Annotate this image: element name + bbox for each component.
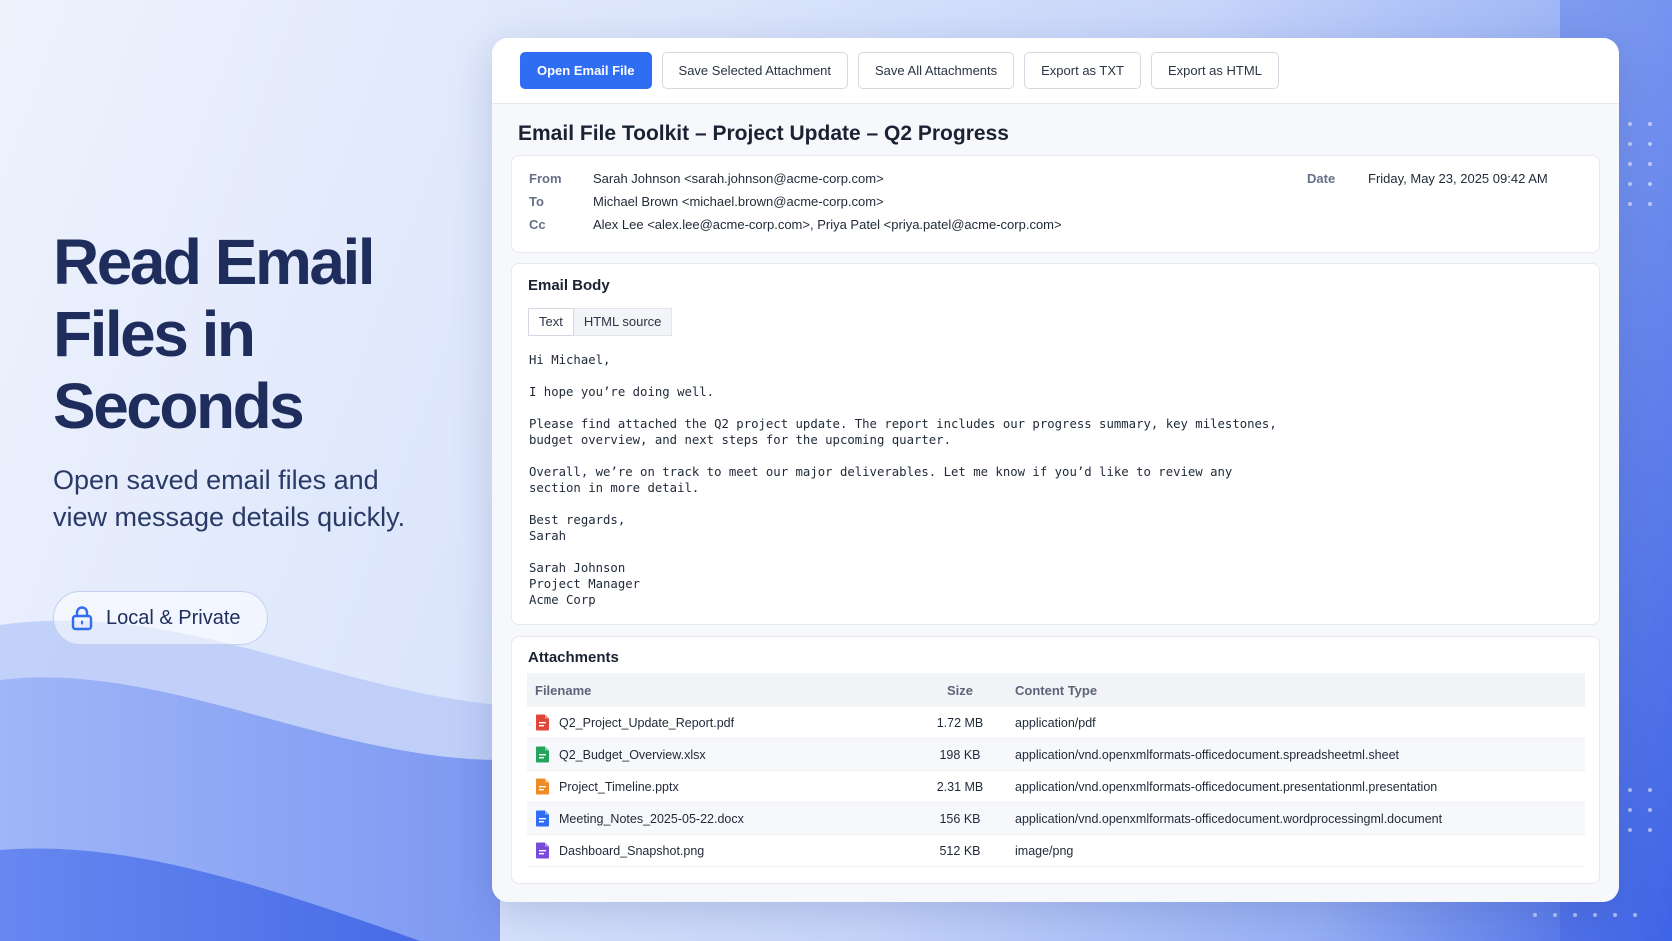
attachments-panel: Attachments Filename Size Content Type Q…	[511, 636, 1600, 884]
save-all-attachments-button[interactable]: Save All Attachments	[858, 52, 1015, 89]
attachment-size: 198 KB	[939, 747, 981, 762]
date-label: Date	[1307, 171, 1336, 186]
email-body-text: Hi Michael, I hope you’re doing well. Pl…	[529, 353, 1277, 607]
date-row: Date Friday, May 23, 2025 09:42 AM	[1307, 168, 1548, 190]
tab-html-source[interactable]: HTML source	[573, 308, 673, 336]
attachment-size: 2.31 MB	[936, 779, 984, 794]
attachment-content-type: application/vnd.openxmlformats-officedoc…	[1015, 779, 1438, 794]
cc-row: Cc Alex Lee <alex.lee@acme-corp.com>, Pri…	[529, 214, 1062, 236]
body-view-tabs: Text HTML source	[528, 308, 673, 336]
table-row[interactable]: Q2_Project_Update_Report.pdf 1.72 MB appli…	[527, 707, 1585, 739]
attachment-filename: Q2_Project_Update_Report.pdf	[559, 715, 735, 730]
attachments-title: Attachments	[528, 649, 619, 666]
attachment-size: 1.72 MB	[936, 715, 984, 730]
from-label: From	[529, 171, 562, 186]
image-file-icon	[536, 842, 549, 859]
attachment-filename-cell: Q2_Budget_Overview.xlsx	[527, 746, 915, 763]
date-value: Friday, May 23, 2025 09:42 AM	[1368, 171, 1548, 186]
attachment-size: 512 KB	[939, 843, 981, 858]
attachment-filename: Dashboard_Snapshot.png	[559, 843, 705, 858]
attachment-content-type: application/pdf	[1015, 715, 1096, 730]
cc-value: Alex Lee <alex.lee@acme-corp.com>, Priya…	[593, 217, 1062, 232]
hero-title: Read Email Files in Seconds	[53, 226, 376, 442]
to-value: Michael Brown <michael.brown@acme-corp.c…	[593, 194, 884, 209]
badge-label: Local & Private	[106, 606, 241, 629]
column-content-type[interactable]: Content Type	[1005, 683, 1585, 698]
spreadsheet-file-icon	[536, 746, 549, 763]
attachment-filename-cell: Dashboard_Snapshot.png	[527, 842, 915, 859]
toolbar: Open Email File Save Selected Attachment…	[492, 38, 1619, 104]
email-body-title: Email Body	[528, 277, 610, 294]
table-row[interactable]: Project_Timeline.pptx 2.31 MB application/…	[527, 771, 1585, 803]
tab-text[interactable]: Text	[528, 308, 574, 336]
attachments-rows: Q2_Project_Update_Report.pdf 1.72 MB appli…	[527, 707, 1585, 867]
from-row: From Sarah Johnson <sarah.johnson@acme-co…	[529, 168, 884, 190]
attachment-content-type: image/png	[1015, 843, 1074, 858]
open-email-file-button[interactable]: Open Email File	[520, 52, 652, 89]
attachment-filename-cell: Meeting_Notes_2025-05-22.docx	[527, 810, 915, 827]
table-row[interactable]: Q2_Budget_Overview.xlsx 198 KB application…	[527, 739, 1585, 771]
email-headers-panel: From Sarah Johnson <sarah.johnson@acme-co…	[511, 155, 1600, 253]
save-selected-attachment-button[interactable]: Save Selected Attachment	[661, 52, 849, 89]
hero-subtitle: Open saved email files and view message …	[53, 465, 406, 532]
presentation-file-icon	[536, 778, 549, 795]
from-value: Sarah Johnson <sarah.johnson@acme-corp.c…	[593, 171, 884, 186]
email-subject: Email File Toolkit – Project Update – Q2…	[518, 122, 1009, 145]
pdf-file-icon	[536, 714, 549, 731]
to-row: To Michael Brown <michael.brown@acme-corp…	[529, 191, 884, 213]
table-row[interactable]: Meeting_Notes_2025-05-22.docx 156 KB appli…	[527, 803, 1585, 835]
attachment-filename-cell: Project_Timeline.pptx	[527, 778, 915, 795]
attachment-filename: Q2_Budget_Overview.xlsx	[559, 747, 706, 762]
cc-label: Cc	[529, 217, 546, 232]
column-filename[interactable]: Filename	[527, 683, 915, 698]
attachment-content-type: application/vnd.openxmlformats-officedoc…	[1015, 747, 1400, 762]
attachment-filename: Meeting_Notes_2025-05-22.docx	[559, 811, 744, 826]
export-html-button[interactable]: Export as HTML	[1150, 52, 1279, 89]
attachment-content-type: application/vnd.openxmlformats-officedoc…	[1015, 811, 1443, 826]
hero-section: Read Email Files in Seconds Open saved e…	[53, 226, 483, 645]
table-header: Filename Size Content Type	[527, 673, 1585, 707]
column-size[interactable]: Size	[915, 683, 1005, 698]
privacy-badge: Local & Private	[53, 591, 268, 645]
attachment-size: 156 KB	[939, 811, 981, 826]
export-txt-button[interactable]: Export as TXT	[1024, 52, 1141, 89]
attachments-table: Filename Size Content Type Q2_Project_Up…	[527, 673, 1585, 867]
attachment-filename-cell: Q2_Project_Update_Report.pdf	[527, 714, 915, 731]
app-window: Open Email File Save Selected Attachment…	[492, 38, 1619, 902]
to-label: To	[529, 194, 544, 209]
table-row[interactable]: Dashboard_Snapshot.png 512 KB image/png	[527, 835, 1585, 867]
attachment-filename: Project_Timeline.pptx	[559, 779, 679, 794]
email-body-panel: Email Body Text HTML source Hi Michael, …	[511, 263, 1600, 625]
document-file-icon	[536, 810, 549, 827]
lock-icon	[71, 606, 93, 631]
